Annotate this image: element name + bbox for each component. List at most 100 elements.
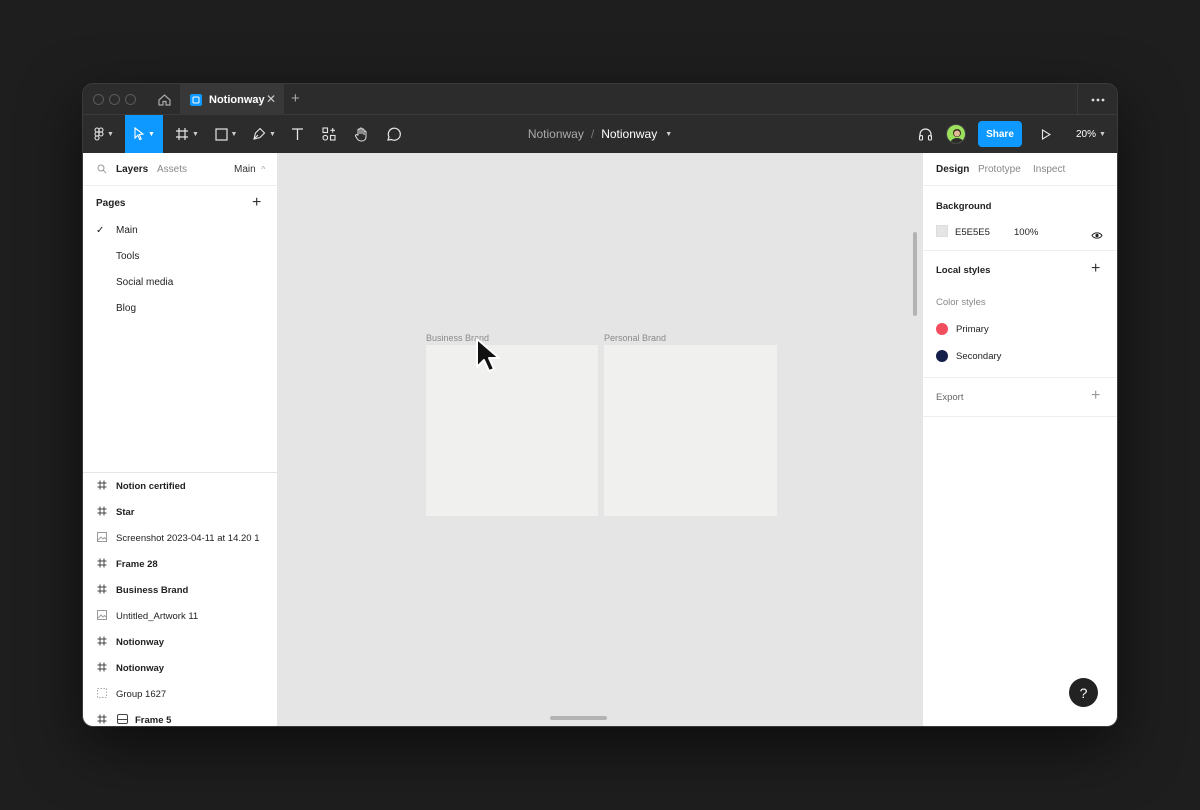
add-export-plus-icon[interactable]: + [1091, 387, 1100, 405]
audio-button[interactable] [915, 115, 935, 153]
frame-business-brand[interactable] [426, 345, 598, 516]
layer-row[interactable]: Frame 5 [83, 707, 278, 726]
color-style-secondary[interactable]: Secondary [923, 346, 1117, 366]
breadcrumb-separator: / [590, 127, 595, 141]
more-dots-icon [1091, 98, 1104, 101]
layer-label: Business Brand [116, 585, 189, 596]
tab-notionway[interactable]: Notionway ✕ [180, 84, 284, 115]
layer-row[interactable]: Notionway [83, 629, 278, 655]
layer-label: Notion certified [116, 481, 186, 492]
page-item-label: Main [116, 225, 138, 236]
page-selector-label: Main [234, 164, 256, 175]
chevron-down-icon: ▼ [665, 130, 673, 138]
checkmark-icon: ✓ [96, 225, 105, 236]
hand-tool-button[interactable] [351, 115, 371, 153]
frame-icon [97, 714, 107, 726]
page-item-tools[interactable]: Tools [83, 244, 277, 270]
layer-row[interactable]: Business Brand [83, 577, 278, 603]
export-title: Export [936, 392, 964, 403]
layer-row[interactable]: Group 1627 [83, 681, 278, 707]
pen-tool-button[interactable]: ▼ [249, 115, 279, 153]
chevron-down-icon: ▼ [1099, 130, 1106, 138]
pages-list: ✓ Main Tools Social media Blog [83, 218, 277, 322]
page-item-social-media[interactable]: Social media [83, 270, 277, 296]
background-hex[interactable]: E5E5E5 [955, 227, 990, 238]
tab-design[interactable]: Design [936, 164, 969, 175]
eye-icon[interactable] [1091, 227, 1103, 245]
right-panel-tabs: Design Prototype Inspect [923, 153, 1117, 186]
text-icon [291, 128, 303, 140]
more-options-button[interactable] [1077, 84, 1117, 115]
layer-label: Group 1627 [116, 689, 167, 700]
tab-prototype[interactable]: Prototype [978, 164, 1021, 175]
canvas[interactable]: Business Brand Personal Brand [278, 153, 922, 726]
resources-tool-button[interactable] [319, 115, 339, 153]
chevron-down-icon: ▼ [192, 130, 199, 138]
title-bar: Notionway ✕ + [83, 84, 1117, 115]
page-item-blog[interactable]: Blog [83, 296, 277, 322]
new-tab-plus-icon[interactable]: + [291, 91, 300, 106]
color-style-primary[interactable]: Primary [923, 319, 1117, 339]
shape-tool-button[interactable]: ▼ [211, 115, 241, 153]
tab-title: Notionway [209, 93, 265, 106]
resources-icon [322, 127, 336, 141]
tab-inspect[interactable]: Inspect [1033, 164, 1065, 175]
tab-assets[interactable]: Assets [157, 164, 187, 175]
move-cursor-icon [134, 127, 145, 141]
figma-logo-icon [94, 127, 104, 141]
move-tool-button[interactable]: ▼ [125, 115, 163, 153]
add-page-plus-icon[interactable]: + [252, 194, 261, 212]
frame-label-personal-brand[interactable]: Personal Brand [604, 333, 666, 343]
frame-personal-brand[interactable] [604, 345, 777, 516]
layer-label: Frame 5 [135, 715, 172, 726]
color-styles-title: Color styles [936, 297, 986, 308]
page-selector[interactable]: Main ^ [234, 164, 265, 175]
avatar[interactable] [946, 124, 966, 144]
frame-icon [97, 636, 107, 649]
present-button[interactable] [1037, 115, 1055, 153]
headphones-icon [918, 128, 932, 141]
layer-row[interactable]: Notionway [83, 655, 278, 681]
zoom-control[interactable]: 20% ▼ [1076, 115, 1106, 153]
layer-row[interactable]: Frame 28 [83, 551, 278, 577]
page-item-main[interactable]: ✓ Main [83, 218, 277, 244]
frame-icon [97, 662, 107, 675]
pen-icon [253, 127, 266, 140]
background-section: Background E5E5E5 100% [923, 186, 1117, 251]
tab-layers[interactable]: Layers [116, 164, 148, 175]
main-menu-button[interactable]: ▼ [89, 115, 119, 153]
search-icon[interactable] [97, 164, 107, 177]
minimize-window-button[interactable] [109, 94, 120, 105]
image-icon [97, 610, 107, 623]
layer-row[interactable]: Screenshot 2023-04-11 at 14.20 1 [83, 525, 278, 551]
close-window-button[interactable] [93, 94, 104, 105]
layer-row[interactable]: Untitled_Artwork 11 [83, 603, 278, 629]
group-icon [97, 688, 107, 701]
vertical-scrollbar[interactable] [913, 232, 917, 316]
home-button[interactable] [149, 84, 179, 115]
layer-label: Star [116, 507, 135, 518]
help-button[interactable]: ? [1069, 678, 1098, 707]
frame-icon [97, 558, 107, 571]
local-styles-section: Local styles + Color styles Primary Secon… [923, 251, 1117, 378]
horizontal-scrollbar[interactable] [550, 716, 607, 720]
left-panel: Layers Assets Main ^ Pages + ✓ Main Tools S… [83, 153, 278, 726]
layer-row[interactable]: Star [83, 499, 278, 525]
background-opacity[interactable]: 100% [1014, 227, 1038, 238]
maximize-window-button[interactable] [125, 94, 136, 105]
text-tool-button[interactable] [287, 115, 307, 153]
frame-icon [97, 584, 107, 597]
layer-label: Frame 28 [116, 559, 158, 570]
zoom-level: 20% [1076, 128, 1097, 140]
frame-tool-button[interactable]: ▼ [171, 115, 203, 153]
comment-tool-button[interactable] [383, 115, 403, 153]
layer-label: Untitled_Artwork 11 [116, 611, 199, 622]
layer-row[interactable]: Notion certified [83, 473, 278, 499]
tab-close-icon[interactable]: ✕ [266, 93, 276, 105]
add-style-plus-icon[interactable]: + [1091, 260, 1100, 278]
chevron-down-icon: ▼ [107, 130, 114, 138]
right-panel: Design Prototype Inspect Background E5E5… [922, 153, 1117, 726]
export-section: Export + [923, 378, 1117, 417]
share-button[interactable]: Share [978, 121, 1022, 147]
background-swatch[interactable] [936, 225, 948, 237]
